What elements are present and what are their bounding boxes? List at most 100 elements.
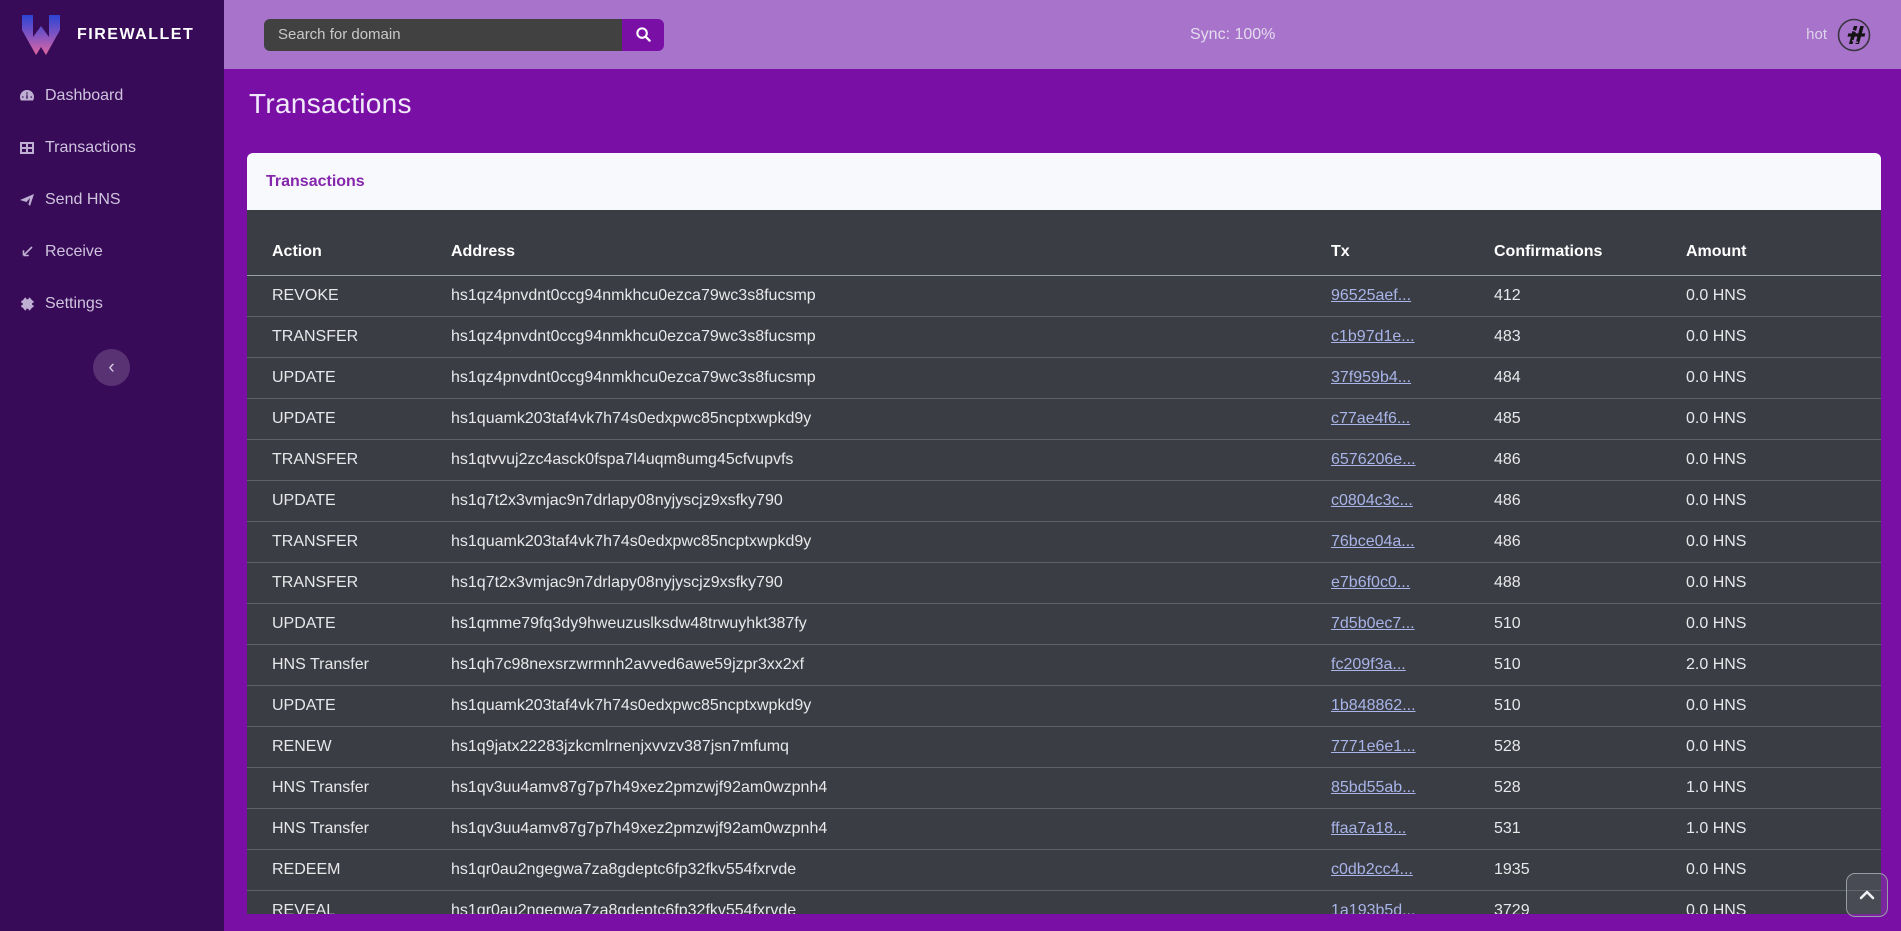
sidebar-item-receive[interactable]: Receive xyxy=(0,240,224,264)
cell-address: hs1qz4pnvdnt0ccg94nmkhcu0ezca79wc3s8fucs… xyxy=(451,328,1331,346)
topbar: Sync: 100% hot xyxy=(224,0,1901,69)
firewallet-logo-icon xyxy=(20,12,62,58)
brand[interactable]: FIREWALLET xyxy=(0,0,224,69)
cell-confirmations: 528 xyxy=(1494,738,1686,756)
sidebar-item-label: Dashboard xyxy=(45,87,123,105)
table-header-row: Action Address Tx Confirmations Amount xyxy=(247,210,1881,276)
table-row: UPDATE hs1quamk203taf4vk7h74s0edxpwc85nc… xyxy=(247,399,1881,440)
cell-confirmations: 510 xyxy=(1494,656,1686,674)
card-header: Transactions xyxy=(247,153,1881,210)
gear-icon xyxy=(18,296,35,313)
tx-link[interactable]: c0db2cc4... xyxy=(1331,861,1413,878)
scroll-to-top-button[interactable] xyxy=(1846,873,1888,917)
dashboard-gauge-icon xyxy=(18,88,35,105)
cell-amount: 0.0 HNS xyxy=(1686,615,1881,633)
tx-link[interactable]: 1a193b5d... xyxy=(1331,902,1416,914)
cell-amount: 2.0 HNS xyxy=(1686,656,1881,674)
cell-address: hs1qz4pnvdnt0ccg94nmkhcu0ezca79wc3s8fucs… xyxy=(451,369,1331,387)
brand-name: FIREWALLET xyxy=(77,26,194,44)
column-header-address: Address xyxy=(451,243,1331,261)
column-header-amount: Amount xyxy=(1686,243,1881,261)
table-row: REVOKE hs1qz4pnvdnt0ccg94nmkhcu0ezca79wc… xyxy=(247,276,1881,317)
cell-confirmations: 485 xyxy=(1494,410,1686,428)
sidebar-item-transactions[interactable]: Transactions xyxy=(0,136,224,160)
tx-link[interactable]: fc209f3a... xyxy=(1331,656,1406,673)
tx-link[interactable]: c77ae4f6... xyxy=(1331,410,1410,427)
column-header-confirmations: Confirmations xyxy=(1494,243,1686,261)
sidebar-item-dashboard[interactable]: Dashboard xyxy=(0,84,224,108)
sidebar-nav: Dashboard Transactions Send HNS Receive … xyxy=(0,69,224,316)
cell-address: hs1quamk203taf4vk7h74s0edxpwc85ncptxwpkd… xyxy=(451,533,1331,551)
cell-action: RENEW xyxy=(247,738,451,756)
tx-link[interactable]: 96525aef... xyxy=(1331,287,1411,304)
cell-action: UPDATE xyxy=(247,410,451,428)
table-row: REVEAL hs1qr0au2ngegwa7za8gdeptc6fp32fkv… xyxy=(247,891,1881,914)
tx-link[interactable]: ffaa7a18... xyxy=(1331,820,1406,837)
table-row: UPDATE hs1qz4pnvdnt0ccg94nmkhcu0ezca79wc… xyxy=(247,358,1881,399)
cell-address: hs1qr0au2ngegwa7za8gdeptc6fp32fkv554fxrv… xyxy=(451,861,1331,879)
cell-address: hs1q7t2x3vmjac9n7drlapy08nyjyscjz9xsfky7… xyxy=(451,574,1331,592)
sync-status: Sync: 100% xyxy=(1190,0,1275,69)
cell-address: hs1qmme79fq3dy9hweuzuslksdw48trwuyhkt387… xyxy=(451,615,1331,633)
arrow-down-left-icon xyxy=(18,244,35,261)
tx-link[interactable]: 76bce04a... xyxy=(1331,533,1415,550)
cell-address: hs1qr0au2ngegwa7za8gdeptc6fp32fkv554fxrv… xyxy=(451,902,1331,914)
table-row: UPDATE hs1q7t2x3vmjac9n7drlapy08nyjyscjz… xyxy=(247,481,1881,522)
tx-link[interactable]: 6576206e... xyxy=(1331,451,1416,468)
cell-address: hs1qh7c98nexsrzwrmnh2avved6awe59jzpr3xx2… xyxy=(451,656,1331,674)
tx-link[interactable]: 85bd55ab... xyxy=(1331,779,1416,796)
wallet-menu[interactable]: hot xyxy=(1806,18,1871,52)
page-title: Transactions xyxy=(249,86,1881,122)
cell-address: hs1qv3uu4amv87g7p7h49xez2pmzwjf92am0wzpn… xyxy=(451,820,1331,838)
tx-link[interactable]: 7771e6e1... xyxy=(1331,738,1416,755)
cell-amount: 0.0 HNS xyxy=(1686,697,1881,715)
sidebar-item-label: Receive xyxy=(45,243,103,261)
cell-amount: 1.0 HNS xyxy=(1686,820,1881,838)
cell-confirmations: 486 xyxy=(1494,492,1686,510)
transactions-table-body: REVOKE hs1qz4pnvdnt0ccg94nmkhcu0ezca79wc… xyxy=(247,276,1881,914)
cell-amount: 0.0 HNS xyxy=(1686,287,1881,305)
cell-action: UPDATE xyxy=(247,615,451,633)
cell-confirmations: 531 xyxy=(1494,820,1686,838)
cell-amount: 0.0 HNS xyxy=(1686,492,1881,510)
cell-confirmations: 1935 xyxy=(1494,861,1686,879)
cell-address: hs1quamk203taf4vk7h74s0edxpwc85ncptxwpkd… xyxy=(451,697,1331,715)
tx-link[interactable]: 1b848862... xyxy=(1331,697,1416,714)
cell-address: hs1quamk203taf4vk7h74s0edxpwc85ncptxwpkd… xyxy=(451,410,1331,428)
cell-confirmations: 484 xyxy=(1494,369,1686,387)
tx-link[interactable]: e7b6f0c0... xyxy=(1331,574,1410,591)
paper-plane-icon xyxy=(18,192,35,209)
cell-action: HNS Transfer xyxy=(247,656,451,674)
tx-link[interactable]: 7d5b0ec7... xyxy=(1331,615,1415,632)
table-row: TRANSFER hs1qz4pnvdnt0ccg94nmkhcu0ezca79… xyxy=(247,317,1881,358)
cell-amount: 0.0 HNS xyxy=(1686,738,1881,756)
sidebar-item-send-hns[interactable]: Send HNS xyxy=(0,188,224,212)
handshake-logo-icon[interactable] xyxy=(1837,18,1871,52)
cell-action: REVEAL xyxy=(247,902,451,914)
cell-action: UPDATE xyxy=(247,492,451,510)
table-row: UPDATE hs1qmme79fq3dy9hweuzuslksdw48trwu… xyxy=(247,604,1881,645)
cell-action: REVOKE xyxy=(247,287,451,305)
cell-confirmations: 412 xyxy=(1494,287,1686,305)
tx-link[interactable]: 37f959b4... xyxy=(1331,369,1411,386)
table-row: UPDATE hs1quamk203taf4vk7h74s0edxpwc85nc… xyxy=(247,686,1881,727)
sidebar-item-label: Settings xyxy=(45,295,103,313)
cell-action: TRANSFER xyxy=(247,533,451,551)
search-icon xyxy=(635,26,652,43)
search-button[interactable] xyxy=(622,19,664,51)
cell-address: hs1qz4pnvdnt0ccg94nmkhcu0ezca79wc3s8fucs… xyxy=(451,287,1331,305)
cell-amount: 0.0 HNS xyxy=(1686,410,1881,428)
table-row: HNS Transfer hs1qv3uu4amv87g7p7h49xez2pm… xyxy=(247,768,1881,809)
transactions-table: Action Address Tx Confirmations Amount R… xyxy=(247,210,1881,914)
tx-link[interactable]: c1b97d1e... xyxy=(1331,328,1415,345)
cell-action: HNS Transfer xyxy=(247,820,451,838)
cell-confirmations: 510 xyxy=(1494,615,1686,633)
cell-confirmations: 510 xyxy=(1494,697,1686,715)
card-title: Transactions xyxy=(266,173,365,191)
table-row: TRANSFER hs1q7t2x3vmjac9n7drlapy08nyjysc… xyxy=(247,563,1881,604)
main-content: Transactions Transactions Action Address… xyxy=(224,69,1901,931)
sidebar-item-settings[interactable]: Settings xyxy=(0,292,224,316)
sidebar-collapse-button[interactable]: ‹ xyxy=(93,349,130,386)
search-input[interactable] xyxy=(264,19,622,51)
tx-link[interactable]: c0804c3c... xyxy=(1331,492,1413,509)
